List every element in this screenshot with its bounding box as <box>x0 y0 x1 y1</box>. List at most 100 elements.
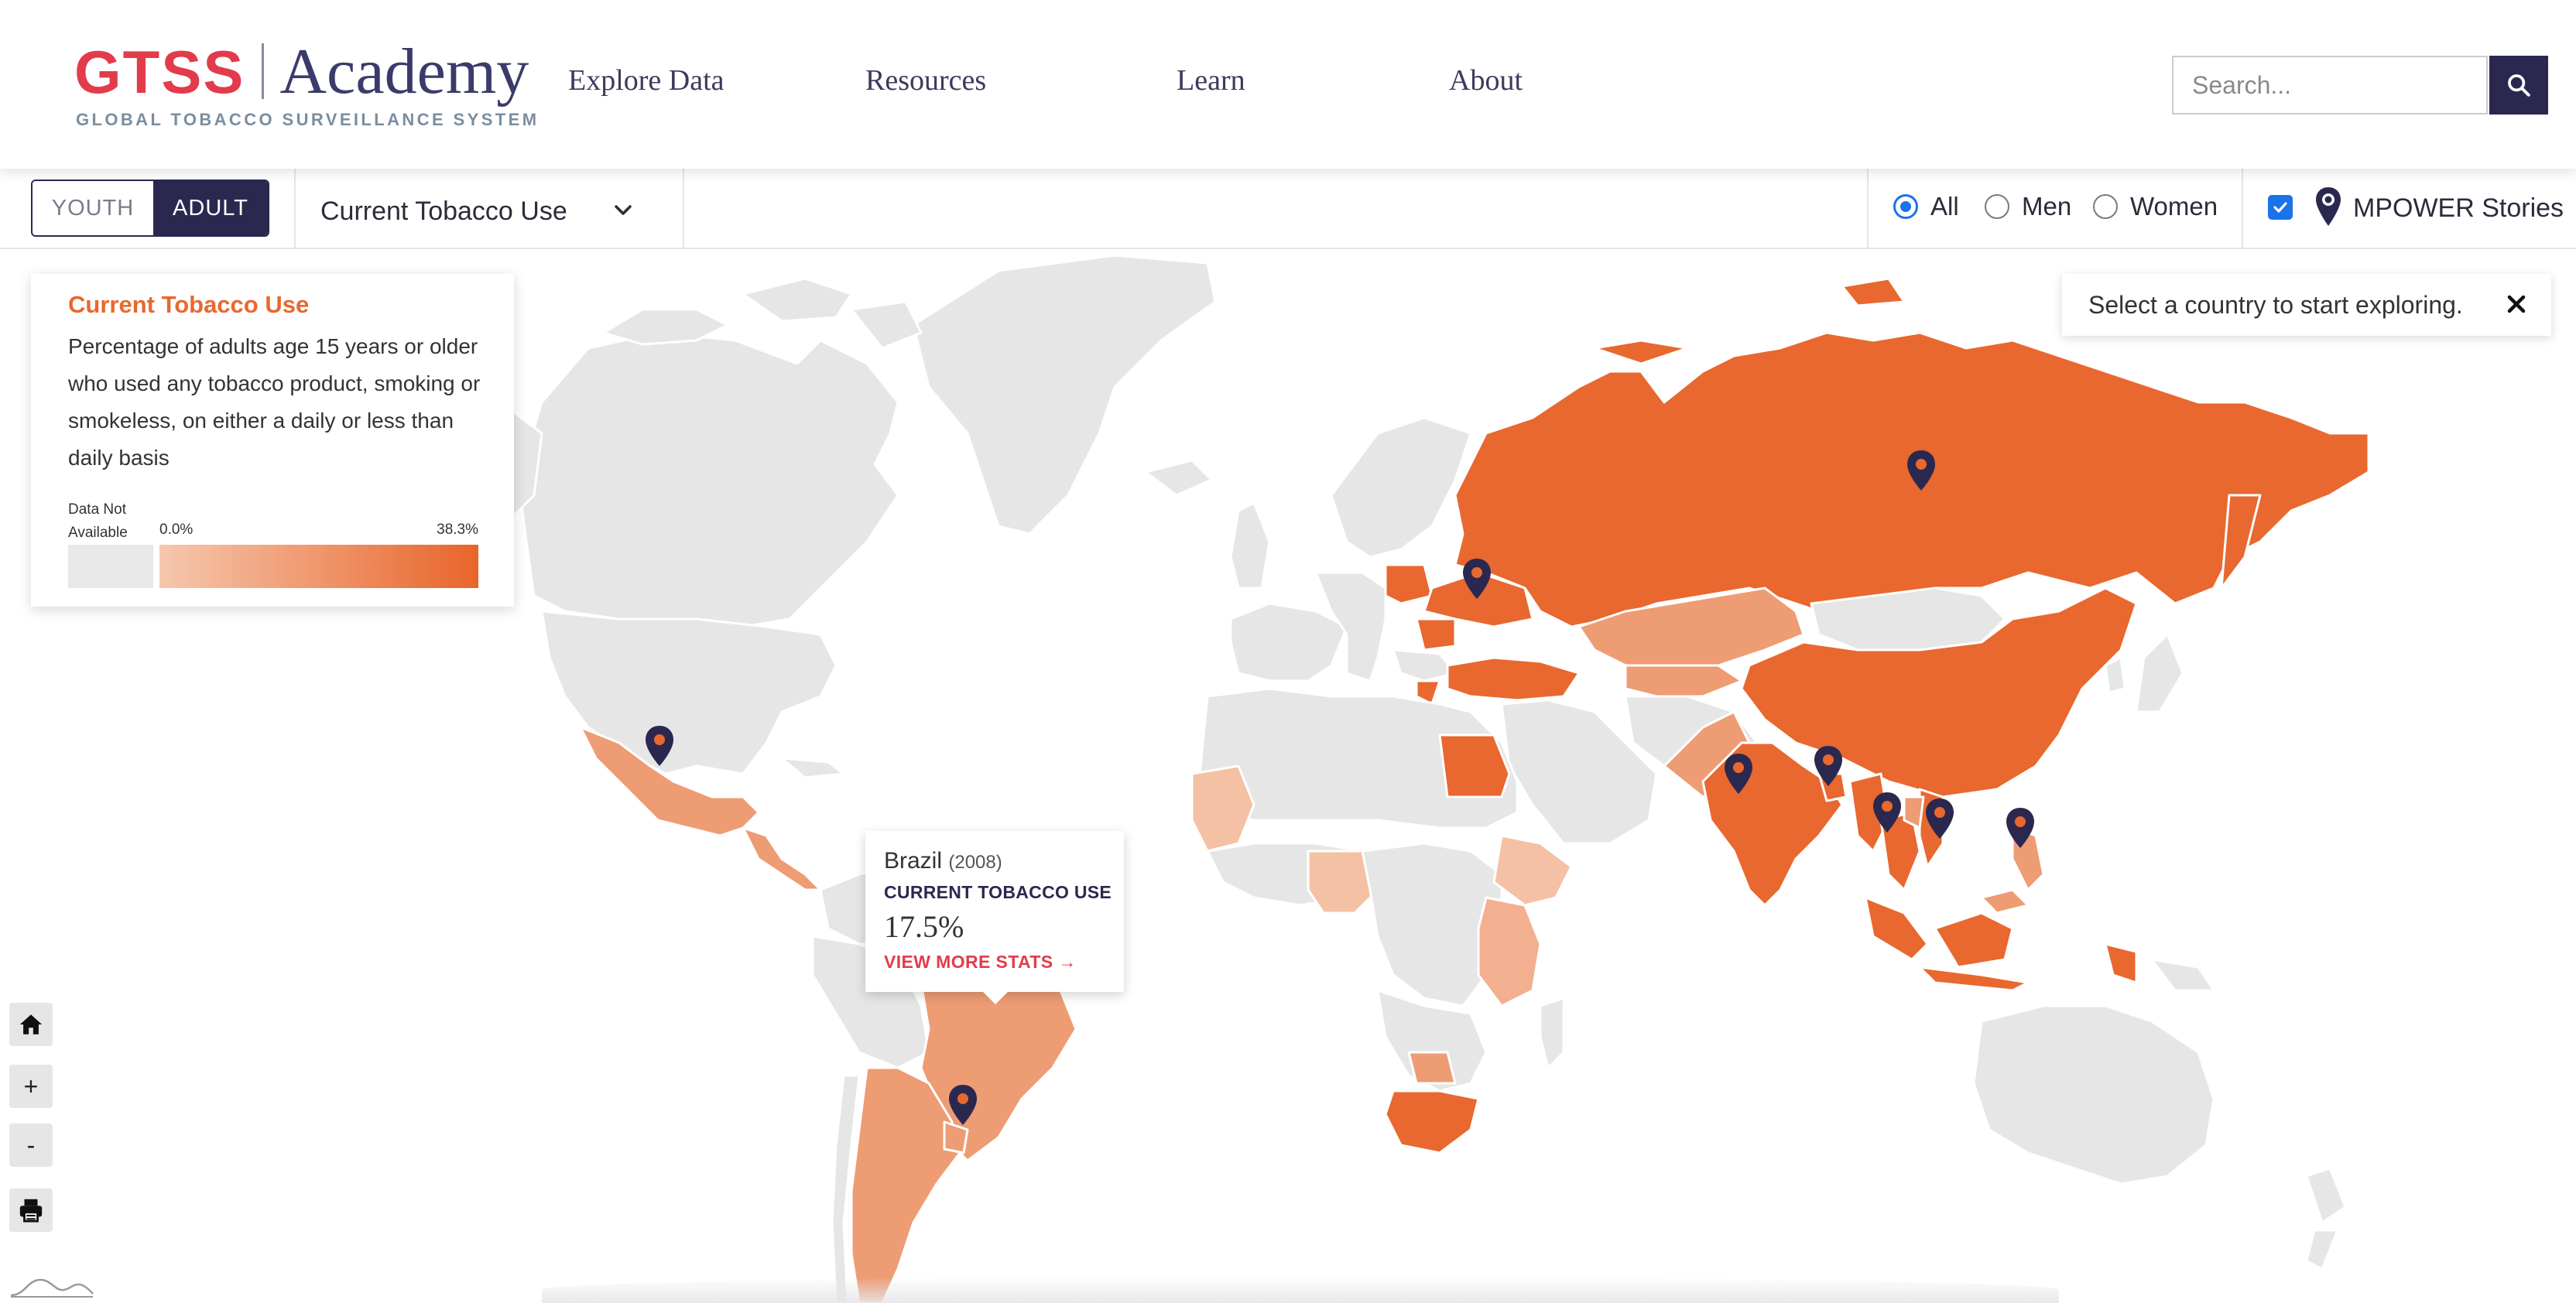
country-uk <box>1229 501 1271 590</box>
tooltip-country-name: Brazil <box>884 848 943 874</box>
chart-icon <box>10 1278 94 1298</box>
country-new-zealand <box>2305 1229 2339 1271</box>
zoom-in-button[interactable]: + <box>9 1065 53 1108</box>
logo-wordmark: GTSS Academy <box>74 34 529 109</box>
youth-toggle-button[interactable]: YOUTH <box>33 181 153 235</box>
legend-max-label: 38.3% <box>437 522 478 538</box>
search-button[interactable] <box>2489 56 2548 115</box>
country-korea <box>2104 656 2126 694</box>
logo-primary: GTSS <box>74 38 245 106</box>
country-japan <box>2135 633 2184 713</box>
radio-all[interactable] <box>1893 194 1918 219</box>
home-button[interactable] <box>9 1003 53 1046</box>
print-button[interactable] <box>9 1188 53 1232</box>
country-new-zealand <box>2305 1167 2347 1224</box>
close-button[interactable] <box>2500 288 2533 320</box>
country-malaysia <box>1980 888 2030 915</box>
chevron-down-icon[interactable] <box>611 201 635 220</box>
legend-no-data-swatch <box>68 545 153 588</box>
arctic-islands <box>742 277 853 323</box>
country-greenland <box>912 254 1217 535</box>
country-russia-islands <box>1593 339 1689 365</box>
nav-learn[interactable]: Learn <box>1177 63 1245 97</box>
logo-divider <box>262 43 265 99</box>
gender-option-all[interactable]: All <box>1893 192 1959 221</box>
country-romania <box>1415 617 1457 652</box>
country-turkey <box>1446 656 1581 702</box>
site-header: GTSS Academy GLOBAL TOBACCO SURVEILLANCE… <box>0 0 2576 169</box>
gender-option-men[interactable]: Men <box>1985 192 2071 221</box>
notice-text: Select a country to start exploring. <box>2088 291 2463 319</box>
country-kenya-tanzania-uganda <box>1477 896 1542 1007</box>
radio-label-men: Men <box>2022 192 2072 221</box>
country-papua-new-guinea <box>2150 958 2215 992</box>
country-south-africa <box>1384 1089 1480 1154</box>
legend-color-scale <box>159 545 478 588</box>
country-iceland <box>1144 459 1213 497</box>
legend-title: Current Tobacco Use <box>68 291 310 318</box>
toolbar-divider <box>1867 169 1869 249</box>
adult-toggle-button[interactable]: ADULT <box>153 181 268 235</box>
legend-min-label: 0.0% <box>159 522 194 538</box>
view-more-stats-link[interactable]: VIEW MORE STATS → <box>884 952 1077 973</box>
country-ethiopia <box>1492 834 1573 907</box>
gender-option-women[interactable]: Women <box>2093 192 2218 221</box>
toolbar-divider <box>683 169 684 249</box>
country-central-america <box>742 826 822 891</box>
radio-women[interactable] <box>2093 194 2118 219</box>
mpower-stories-label[interactable]: MPOWER Stories <box>2353 193 2564 224</box>
age-group-toggle: YOUTH ADULT <box>31 180 269 237</box>
checkmark-icon <box>2273 202 2287 213</box>
country-mauritania-senegal <box>1190 764 1255 853</box>
country-france-spain <box>1229 602 1348 682</box>
country-tooltip: Brazil (2008) CURRENT TOBACCO USE 17.5% … <box>865 831 1124 1004</box>
toolbar-divider <box>2242 169 2243 249</box>
radio-label-all: All <box>1930 192 1959 221</box>
country-russia-islands <box>1841 277 1906 307</box>
country-indonesia <box>2104 942 2138 984</box>
home-icon <box>19 1014 43 1035</box>
country-madagascar <box>1539 997 1565 1069</box>
country-usa <box>540 610 838 775</box>
country-scandinavia <box>1330 416 1472 559</box>
tooltip-metric: CURRENT TOBACCO USE <box>884 882 1112 902</box>
radio-label-women: Women <box>2130 192 2218 221</box>
search-icon <box>2508 74 2530 97</box>
filter-toolbar: YOUTH ADULT Current Tobacco Use All Men … <box>0 169 2576 249</box>
logo-secondary: Academy <box>279 36 529 108</box>
mpower-stories-checkbox[interactable] <box>2268 195 2293 220</box>
indicator-select[interactable]: Current Tobacco Use <box>320 197 567 227</box>
country-poland <box>1384 563 1434 605</box>
country-russia <box>1454 331 2370 628</box>
zoom-out-button[interactable]: - <box>9 1123 53 1167</box>
country-australia <box>1972 1004 2215 1185</box>
legend-description: Percentage of adults age 15 years or old… <box>68 334 481 470</box>
caribbean <box>780 757 845 779</box>
mpower-pin-icon <box>2316 187 2341 226</box>
explore-notice: Select a country to start exploring. <box>2062 274 2551 336</box>
tooltip-year: (2008) <box>948 852 1002 873</box>
legend-no-data-label: Data Not Available <box>68 501 128 541</box>
print-icon <box>19 1199 43 1223</box>
search-input[interactable] <box>2174 57 2486 113</box>
nav-about[interactable]: About <box>1449 63 1523 97</box>
search-field <box>2172 56 2488 115</box>
country-indonesia <box>1934 911 2014 969</box>
country-indonesia <box>1864 896 1929 961</box>
country-botswana <box>1407 1051 1457 1085</box>
logo-tagline: GLOBAL TOBACCO SURVEILLANCE SYSTEM <box>76 110 540 129</box>
arctic-islands <box>850 300 923 350</box>
tooltip-value: 17.5% <box>884 909 964 944</box>
nav-resources[interactable]: Resources <box>865 63 986 97</box>
tooltip-country: Brazil (2008) <box>884 848 1002 874</box>
radio-men[interactable] <box>1985 194 2009 219</box>
map-legend: Current Tobacco Use Percentage of adults… <box>31 274 514 607</box>
toolbar-divider <box>294 169 296 249</box>
country-central-asia <box>1624 664 1743 698</box>
country-indonesia <box>1918 966 2030 992</box>
country-balkans <box>1392 648 1457 682</box>
close-icon <box>2507 295 2526 313</box>
country-canada <box>517 331 899 628</box>
map-bottom-shadow <box>542 1277 2059 1303</box>
nav-explore-data[interactable]: Explore Data <box>568 63 724 97</box>
